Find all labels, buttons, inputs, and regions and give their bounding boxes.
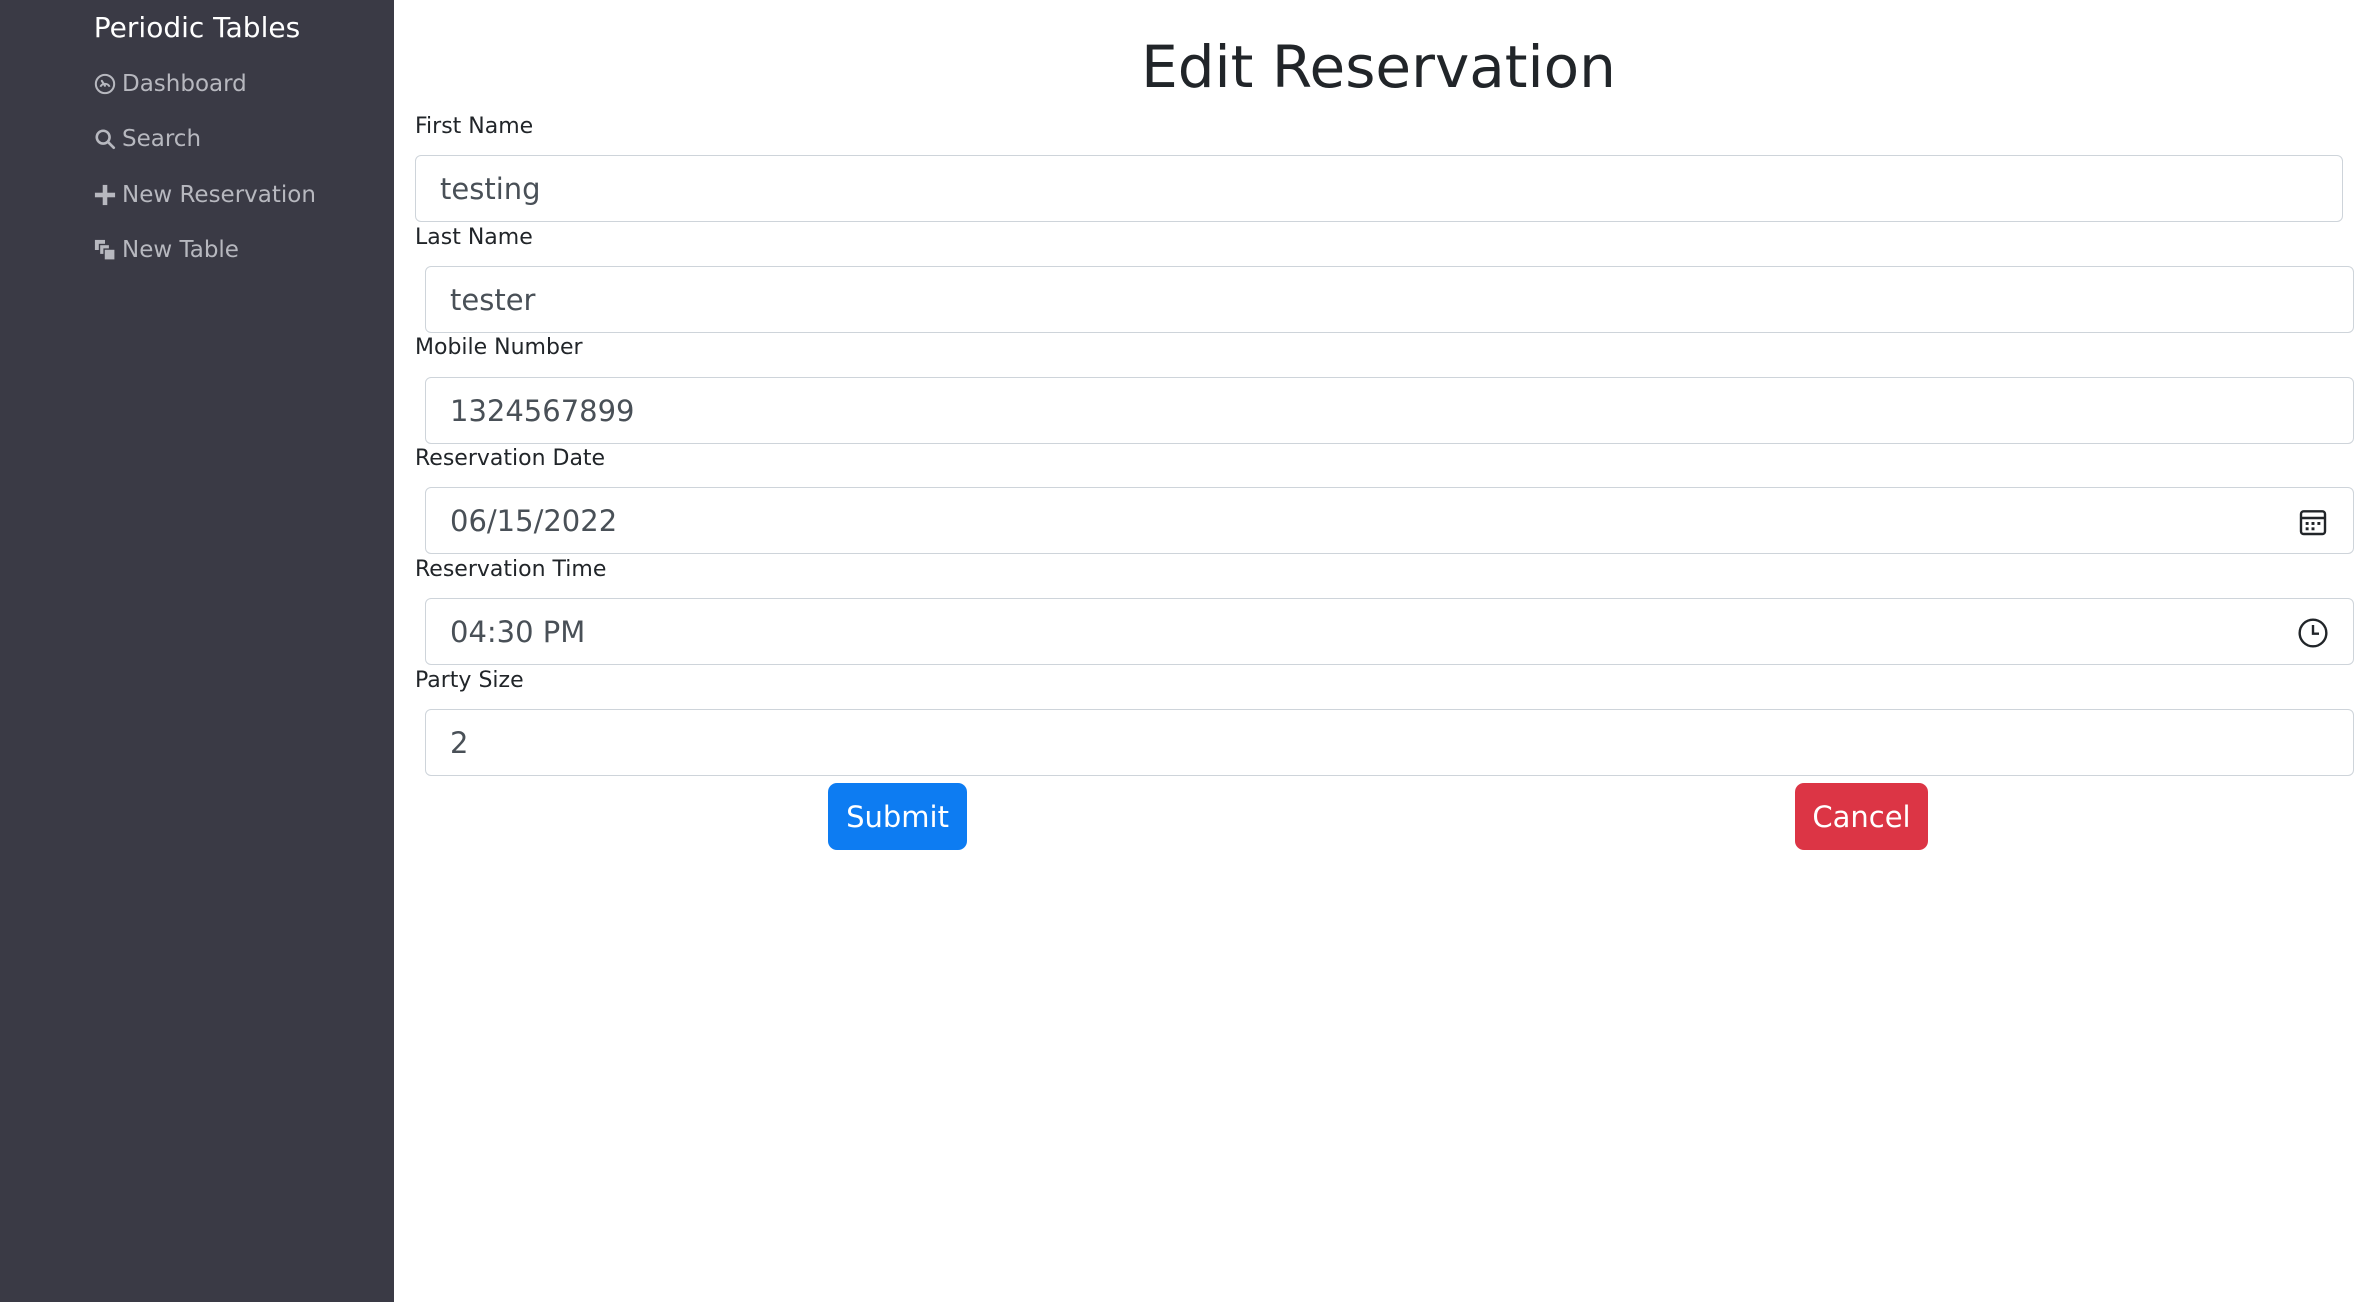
sidebar-item-label: Dashboard [122,71,247,97]
first-name-field[interactable] [415,155,2343,222]
sidebar-item-label: New Reservation [122,182,316,208]
party-size-label: Party Size [415,668,524,693]
submit-button[interactable]: Submit [828,783,967,850]
cancel-button[interactable]: Cancel [1795,783,1928,850]
reservation-time-field[interactable] [425,598,2354,665]
mobile-number-field[interactable] [425,377,2354,444]
sidebar-item-new-reservation[interactable]: New Reservation [94,175,316,215]
plus-icon [94,184,116,206]
reservation-date-input[interactable] [450,488,2353,553]
last-name-label: Last Name [415,225,533,250]
reservation-date-label: Reservation Date [415,446,606,471]
first-name-input[interactable] [440,156,2342,221]
page-title: Edit Reservation [1141,33,1616,101]
layers-icon [94,239,116,261]
clock-icon[interactable] [2297,617,2329,649]
dashboard-gauge-icon [94,73,116,95]
reservation-time-input[interactable] [450,599,2353,664]
sidebar-item-label: New Table [122,237,239,263]
last-name-input[interactable] [450,267,2353,332]
app-brand[interactable]: Periodic Tables [0,8,394,48]
party-size-field[interactable] [425,709,2354,776]
sidebar-item-new-table[interactable]: New Table [94,230,239,270]
reservation-time-label: Reservation Time [415,557,607,582]
last-name-field[interactable] [425,266,2354,333]
sidebar-item-label: Search [122,126,202,152]
mobile-number-input[interactable] [450,378,2353,443]
sidebar-item-dashboard[interactable]: Dashboard [94,64,247,104]
calendar-icon[interactable] [2297,506,2329,538]
party-size-input[interactable] [450,710,2353,775]
sidebar: Periodic Tables Dashboard Search New Res… [0,0,394,1302]
search-icon [95,129,116,150]
reservation-date-field[interactable] [425,487,2354,554]
sidebar-item-search[interactable]: Search [94,119,201,159]
mobile-number-label: Mobile Number [415,335,583,360]
first-name-label: First Name [415,114,534,139]
